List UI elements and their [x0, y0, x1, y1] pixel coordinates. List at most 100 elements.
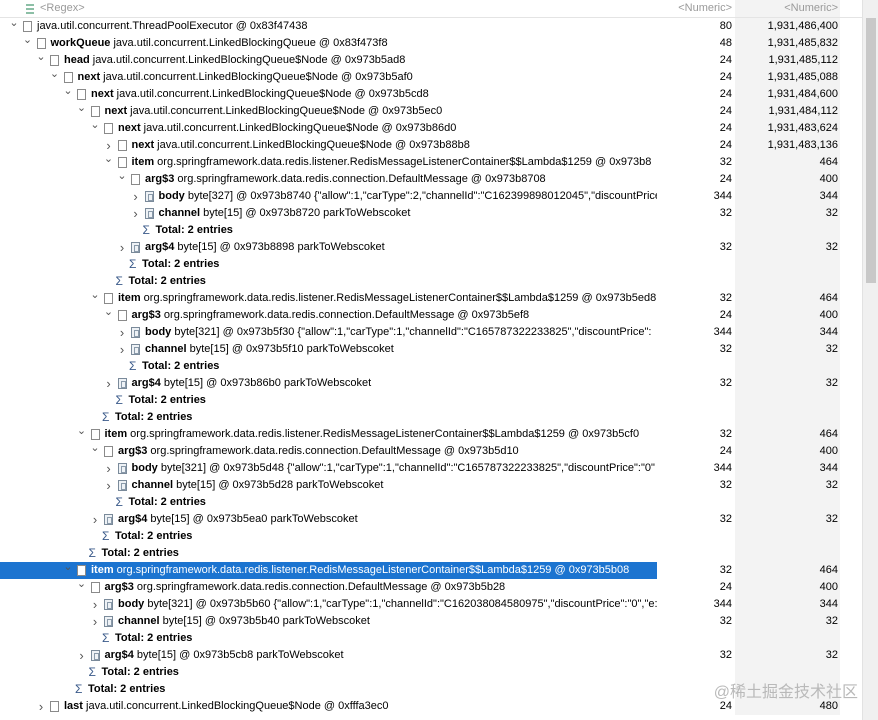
expand-chevron-icon[interactable]: ›: [103, 477, 115, 494]
retained-heap-cell: 32: [735, 647, 840, 664]
expand-chevron-icon[interactable]: ›: [116, 324, 128, 341]
total-row[interactable]: Σ Total: 2 entries: [0, 528, 862, 545]
tree-row[interactable]: ⌄ item org.springframework.data.redis.lis…: [0, 154, 862, 171]
total-row[interactable]: Σ Total: 2 entries: [0, 630, 862, 647]
collapse-chevron-icon[interactable]: ⌄: [8, 18, 20, 35]
expand-chevron-icon[interactable]: ›: [116, 239, 128, 256]
expand-chevron-icon[interactable]: ›: [89, 613, 101, 630]
total-row[interactable]: Σ Total: 2 entries: [0, 392, 862, 409]
sum-icon: Σ: [102, 529, 110, 543]
name-cell: Σ Total: 2 entries: [0, 273, 657, 290]
tree-row[interactable]: ⌄ java.util.concurrent.ThreadPoolExecutor…: [0, 18, 862, 35]
collapse-chevron-icon[interactable]: ⌄: [35, 52, 47, 69]
tree-row[interactable]: › body byte[321] @ 0x973b5d48 {"allow":1,…: [0, 460, 862, 477]
tree-row[interactable]: › channel byte[15] @ 0x973b5d28 parkToWeb…: [0, 477, 862, 494]
collapse-chevron-icon[interactable]: ⌄: [89, 443, 101, 460]
tree-row[interactable]: ⌄ next java.util.concurrent.LinkedBlockin…: [0, 69, 862, 86]
class-name-filter[interactable]: <Regex>: [0, 0, 657, 17]
collapse-chevron-icon[interactable]: ⌄: [89, 120, 101, 137]
collapse-chevron-icon[interactable]: ⌄: [22, 35, 34, 52]
expand-chevron-icon[interactable]: ›: [130, 188, 142, 205]
tree-row[interactable]: › arg$4 byte[15] @ 0x973b5cb8 parkToWebsc…: [0, 647, 862, 664]
retained-heap-filter[interactable]: <Numeric>: [735, 0, 840, 17]
collapse-chevron-icon[interactable]: ⌄: [103, 307, 115, 324]
array-icon: [104, 616, 113, 627]
expand-chevron-icon[interactable]: ›: [103, 137, 115, 154]
tree-row[interactable]: › channel byte[15] @ 0x973b5f10 parkToWeb…: [0, 341, 862, 358]
retained-heap-cell: 32: [735, 477, 840, 494]
tree-row[interactable]: ⌄ next java.util.concurrent.LinkedBlockin…: [0, 86, 862, 103]
tree-row[interactable]: ⌄ item org.springframework.data.redis.lis…: [0, 562, 862, 579]
field-name: channel: [145, 343, 187, 355]
expand-chevron-icon[interactable]: ›: [89, 511, 101, 528]
tree-row[interactable]: ⌄ item org.springframework.data.redis.lis…: [0, 290, 862, 307]
total-label: Total: 2 entries: [128, 394, 206, 406]
total-row[interactable]: Σ Total: 2 entries: [0, 545, 862, 562]
tree-row[interactable]: ⌄ arg$3 org.springframework.data.redis.co…: [0, 579, 862, 596]
expand-chevron-icon[interactable]: ›: [103, 460, 115, 477]
scrollbar-thumb[interactable]: [866, 18, 876, 283]
object-type: java.util.concurrent.LinkedBlockingQueue…: [127, 105, 443, 117]
collapse-chevron-icon[interactable]: ⌄: [76, 579, 88, 596]
array-icon: [104, 599, 113, 610]
watermark: @稀土掘金技术社区: [713, 684, 858, 701]
tree-row[interactable]: › next java.util.concurrent.LinkedBlockin…: [0, 137, 862, 154]
collapse-chevron-icon[interactable]: ⌄: [76, 426, 88, 443]
tree-row[interactable]: ⌄ head java.util.concurrent.LinkedBlockin…: [0, 52, 862, 69]
total-row[interactable]: Σ Total: 2 entries: [0, 256, 862, 273]
tree-row[interactable]: ⌄ next java.util.concurrent.LinkedBlockin…: [0, 103, 862, 120]
expand-chevron-icon[interactable]: ›: [103, 375, 115, 392]
tree-row[interactable]: › arg$4 byte[15] @ 0x973b86b0 parkToWebsc…: [0, 375, 862, 392]
total-row[interactable]: Σ Total: 2 entries: [0, 409, 862, 426]
collapse-chevron-icon[interactable]: ⌄: [62, 86, 74, 103]
collapse-chevron-icon[interactable]: ⌄: [62, 562, 74, 579]
shallow-heap-filter[interactable]: <Numeric>: [659, 0, 734, 17]
collapse-chevron-icon[interactable]: ⌄: [116, 171, 128, 188]
collapse-chevron-icon[interactable]: ⌄: [49, 69, 61, 86]
tree-row[interactable]: › body byte[321] @ 0x973b5f30 {"allow":1,…: [0, 324, 862, 341]
tree-row[interactable]: ⌄ next java.util.concurrent.LinkedBlockin…: [0, 120, 862, 137]
expand-chevron-icon[interactable]: ›: [76, 647, 88, 664]
object-tree-table[interactable]: <Regex> <Numeric> <Numeric> ⌄ java.util.c…: [0, 0, 862, 720]
expand-chevron-icon[interactable]: ›: [35, 698, 47, 715]
name-cell: Σ Total: 2 entries: [0, 528, 657, 545]
object-label: arg$3 org.springframework.data.redis.con…: [132, 307, 530, 324]
total-row[interactable]: Σ Total: 2 entries: [0, 222, 862, 239]
name-cell: › body byte[321] @ 0x973b5d48 {"allow":1,…: [0, 460, 657, 477]
array-icon: [144, 208, 154, 219]
object-type: byte[15] @ 0x973b5b40: [159, 615, 280, 627]
total-row[interactable]: Σ Total: 2 entries: [0, 494, 862, 511]
field-name: workQueue: [50, 37, 111, 49]
object-type: byte[15] @ 0x973b86b0: [160, 377, 281, 389]
tree-row[interactable]: ⌄ arg$3 org.springframework.data.redis.co…: [0, 171, 862, 188]
collapse-chevron-icon[interactable]: ⌄: [89, 290, 101, 307]
retained-heap-cell: 1,931,484,112: [735, 103, 840, 120]
retained-heap-cell: 400: [735, 307, 840, 324]
retained-heap-cell: 32: [735, 375, 840, 392]
total-row[interactable]: Σ Total: 2 entries: [0, 273, 862, 290]
object-icon: [23, 21, 32, 32]
name-cell: Σ Total: 2 entries: [0, 630, 657, 647]
total-row[interactable]: Σ Total: 2 entries: [0, 358, 862, 375]
object-value: {"allow":1,"carType":2,"channelId":"C162…: [310, 190, 657, 202]
tree-row[interactable]: › body byte[321] @ 0x973b5b60 {"allow":1,…: [0, 596, 862, 613]
collapse-chevron-icon[interactable]: ⌄: [103, 154, 115, 171]
tree-row[interactable]: ⌄ item org.springframework.data.redis.lis…: [0, 426, 862, 443]
filter-icon: [25, 3, 35, 14]
expand-chevron-icon[interactable]: ›: [130, 205, 142, 222]
tree-row[interactable]: › channel byte[15] @ 0x973b5b40 parkToWeb…: [0, 613, 862, 630]
tree-row[interactable]: › body byte[327] @ 0x973b8740 {"allow":1,…: [0, 188, 862, 205]
tree-row[interactable]: ⌄ arg$3 org.springframework.data.redis.co…: [0, 443, 862, 460]
tree-row[interactable]: › arg$4 byte[15] @ 0x973b5ea0 parkToWebsc…: [0, 511, 862, 528]
tree-row[interactable]: ⌄ workQueue java.util.concurrent.LinkedBl…: [0, 35, 862, 52]
tree-row[interactable]: › arg$4 byte[15] @ 0x973b8898 parkToWebsc…: [0, 239, 862, 256]
name-cell: ⌄ next java.util.concurrent.LinkedBlockin…: [0, 103, 657, 120]
object-label: arg$4 byte[15] @ 0x973b8898 parkToWebsco…: [145, 239, 385, 256]
vertical-scrollbar[interactable]: [862, 0, 878, 720]
expand-chevron-icon[interactable]: ›: [116, 341, 128, 358]
object-type: byte[327] @ 0x973b8740: [184, 190, 311, 202]
collapse-chevron-icon[interactable]: ⌄: [76, 103, 88, 120]
tree-row[interactable]: › channel byte[15] @ 0x973b8720 parkToWeb…: [0, 205, 862, 222]
expand-chevron-icon[interactable]: ›: [89, 596, 101, 613]
tree-row[interactable]: ⌄ arg$3 org.springframework.data.redis.co…: [0, 307, 862, 324]
